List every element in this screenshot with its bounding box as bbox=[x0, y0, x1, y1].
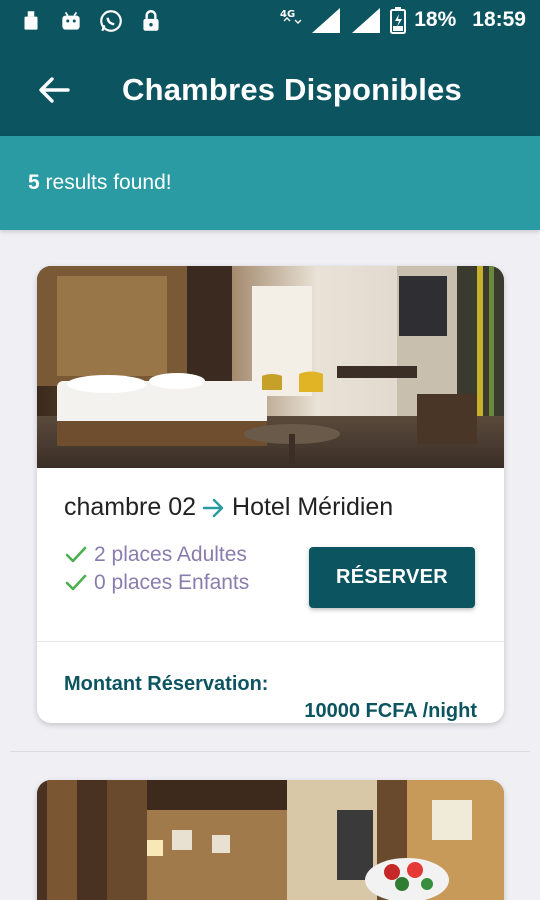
results-count: 5 bbox=[28, 171, 40, 194]
children-label: 0 places Enfants bbox=[94, 571, 250, 594]
app-bar: Chambres Disponibles bbox=[0, 44, 540, 136]
whatsapp-icon bbox=[100, 10, 122, 32]
room-name: chambre 02 bbox=[64, 493, 197, 521]
lock-icon bbox=[143, 10, 159, 31]
room-card[interactable]: chambre 02 Hotel Méridien 2 places Adult… bbox=[37, 266, 504, 723]
list-separator bbox=[10, 751, 530, 752]
back-button[interactable] bbox=[28, 68, 80, 112]
battery-percent: 18% bbox=[414, 8, 457, 31]
page-title: Chambres Disponibles bbox=[122, 72, 462, 107]
android-icon bbox=[62, 11, 80, 30]
feature-adults: 2 places Adultes bbox=[64, 543, 247, 567]
clock: 18:59 bbox=[472, 8, 526, 31]
check-icon bbox=[65, 546, 87, 563]
usb-icon bbox=[24, 11, 38, 30]
room-photo bbox=[37, 780, 504, 900]
signal-icon bbox=[312, 8, 341, 33]
hotel-name: Hotel Méridien bbox=[232, 493, 394, 521]
battery-icon bbox=[390, 7, 407, 34]
network-4g-icon: 4G bbox=[280, 9, 302, 24]
arrow-left-icon bbox=[39, 77, 70, 103]
adults-label: 2 places Adultes bbox=[94, 543, 247, 566]
check-icon bbox=[65, 574, 87, 591]
room-title: chambre 02 Hotel Méridien bbox=[64, 493, 393, 522]
amount-label: Montant Réservation: bbox=[64, 673, 269, 695]
arrow-right-icon bbox=[202, 498, 224, 517]
signal-icon-2 bbox=[352, 8, 381, 33]
room-card[interactable] bbox=[37, 780, 504, 900]
amount-value: 10000 FCFA /night bbox=[304, 700, 477, 722]
room-photo bbox=[37, 266, 504, 468]
results-summary: 5 results found! bbox=[28, 171, 172, 195]
card-divider bbox=[37, 641, 504, 642]
reserve-button[interactable]: RÉSERVER bbox=[309, 547, 475, 608]
feature-children: 0 places Enfants bbox=[64, 571, 249, 595]
status-bar: 4G 18% 18:59 bbox=[0, 0, 540, 44]
results-suffix: results found! bbox=[39, 171, 172, 194]
results-bar: 5 results found! bbox=[0, 136, 540, 230]
